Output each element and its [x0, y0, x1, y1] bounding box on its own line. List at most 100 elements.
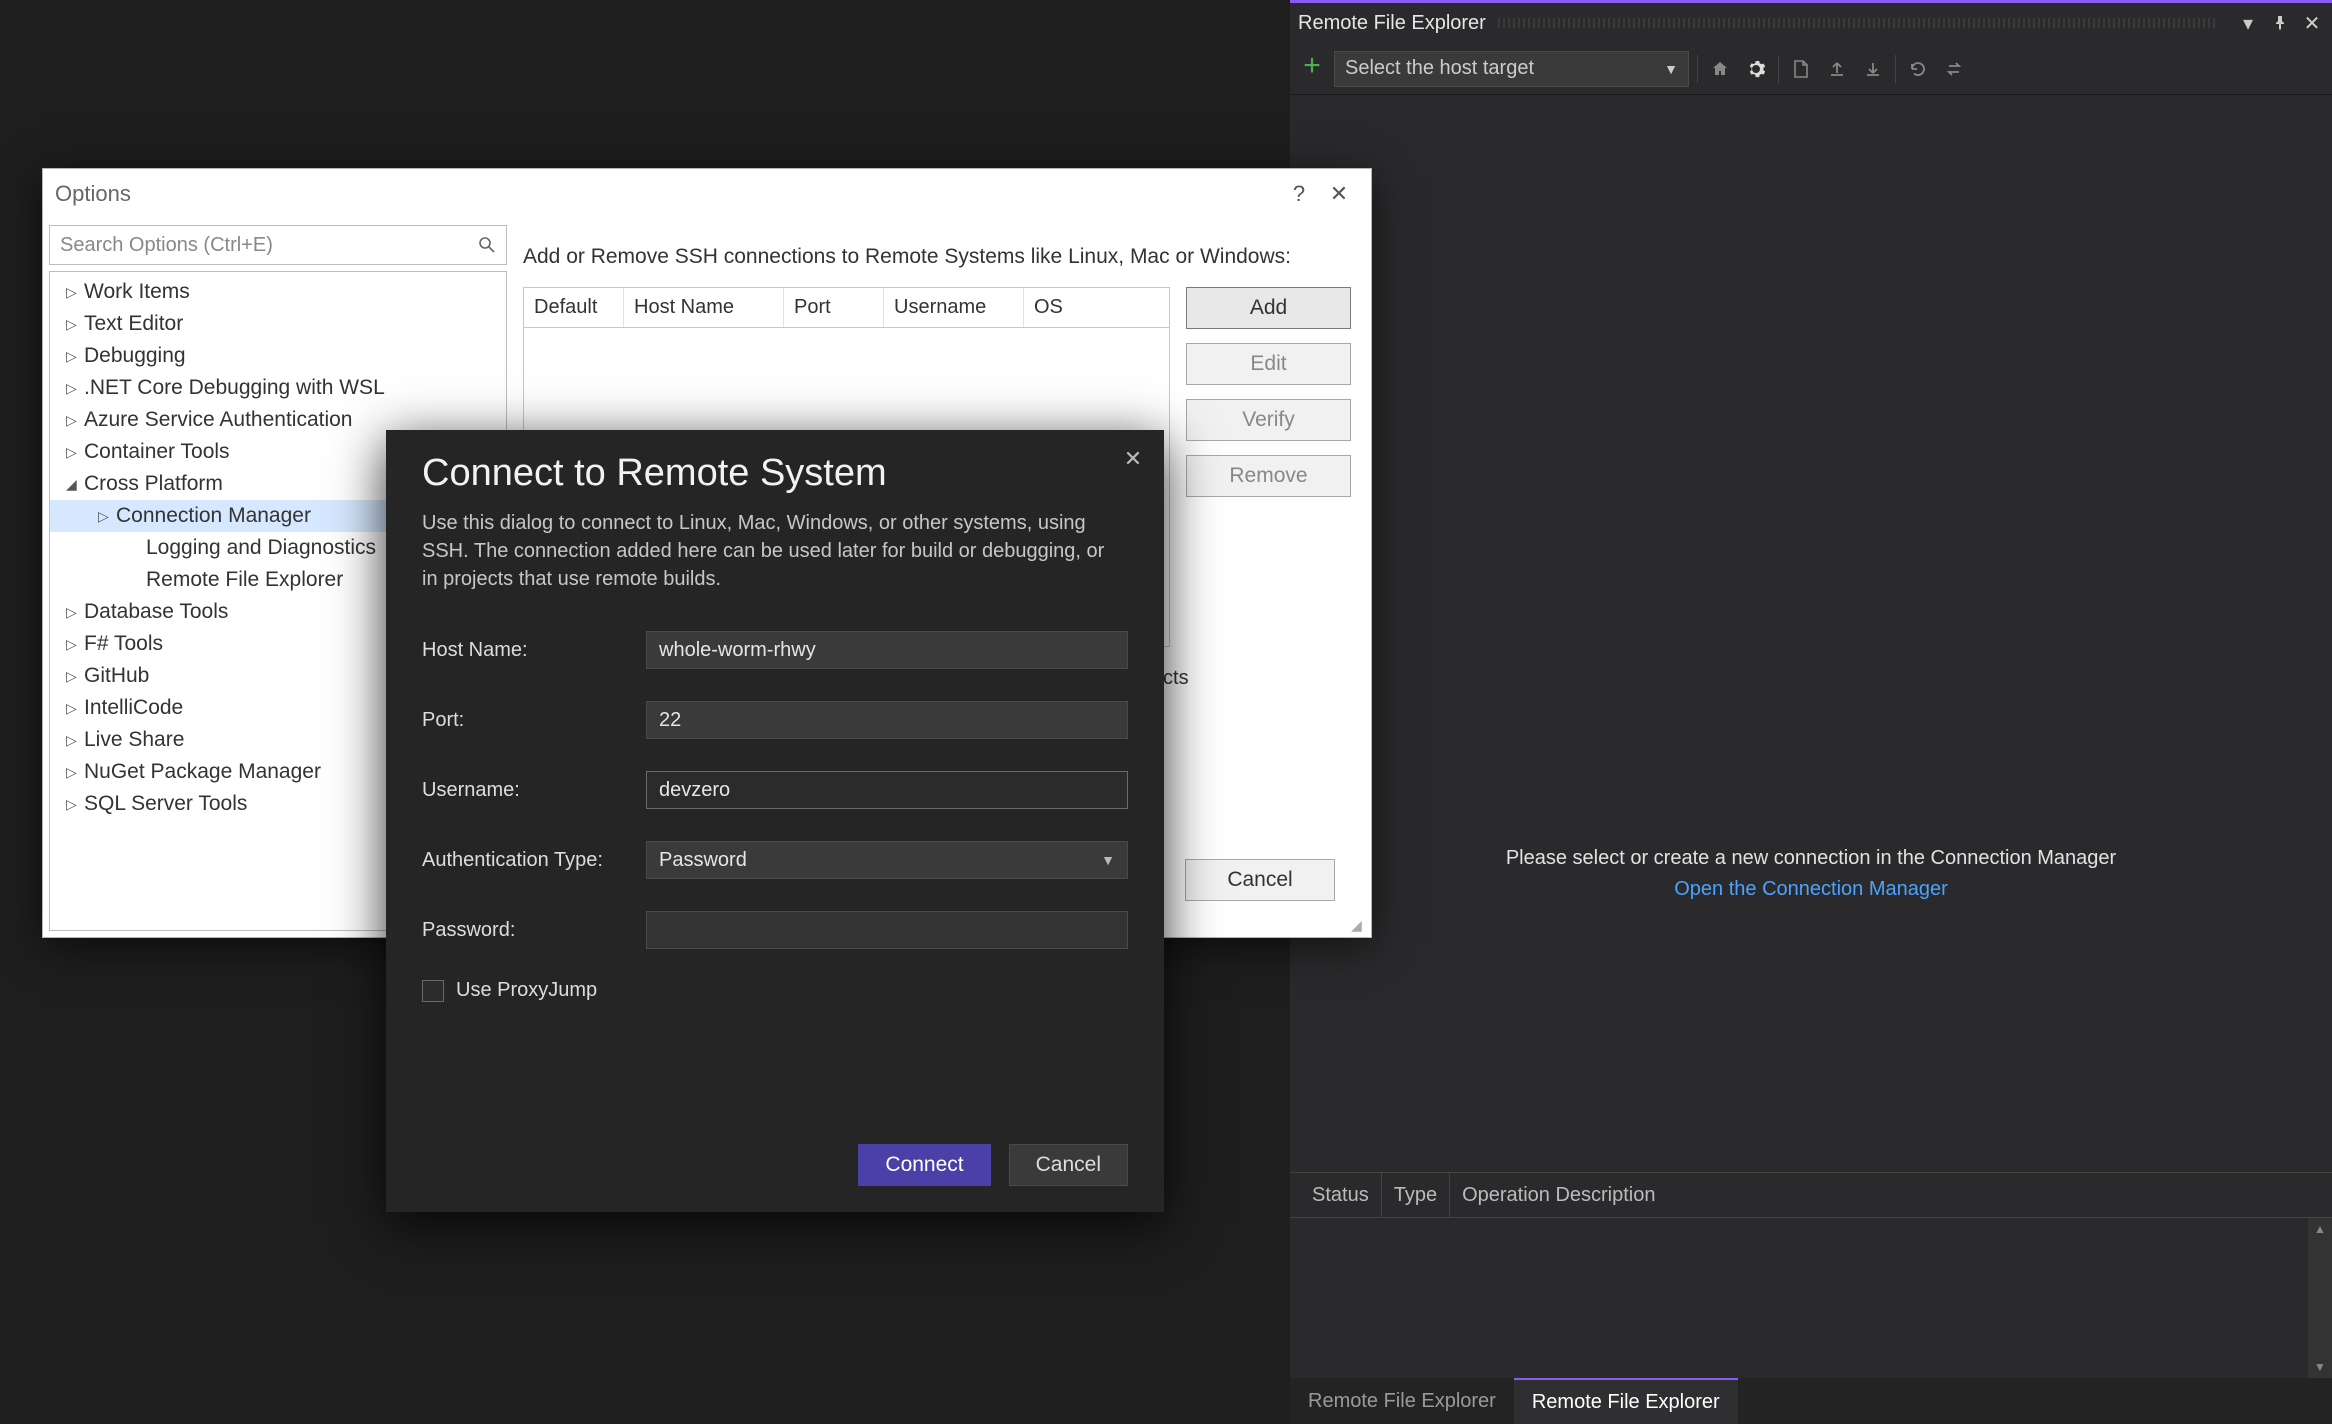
upload-icon[interactable] — [1823, 55, 1851, 83]
tree-item-label: Text Editor — [84, 312, 183, 336]
chevron-collapsed-icon: ▷ — [66, 284, 84, 301]
help-icon[interactable]: ? — [1279, 174, 1319, 214]
tree-item-label: GitHub — [84, 664, 149, 688]
chevron-collapsed-icon: ▷ — [66, 412, 84, 429]
chevron-collapsed-icon: ▷ — [66, 348, 84, 365]
tree-item-label: Connection Manager — [116, 504, 311, 528]
password-input[interactable] — [646, 911, 1128, 949]
download-icon[interactable] — [1859, 55, 1887, 83]
tree-item-work-items[interactable]: ▷Work Items — [50, 276, 506, 308]
status-col-opdesc[interactable]: Operation Description — [1450, 1173, 1667, 1217]
refresh-icon[interactable] — [1904, 55, 1932, 83]
proxyjump-checkbox[interactable] — [422, 980, 444, 1002]
label-password: Password: — [422, 919, 646, 942]
row-port: Port: 22 — [422, 697, 1128, 743]
connections-buttons: Add Edit Verify Remove — [1186, 287, 1351, 647]
options-search-input[interactable]: Search Options (Ctrl+E) — [49, 225, 507, 265]
tree-item-label: Logging and Diagnostics — [146, 536, 376, 560]
rfe-empty-message: Please select or create a new connection… — [1506, 847, 2116, 870]
tree-item-label: SQL Server Tools — [84, 792, 247, 816]
col-default[interactable]: Default — [524, 288, 624, 327]
titlebar-grip[interactable] — [1498, 18, 2216, 28]
chevron-collapsed-icon: ▷ — [66, 700, 84, 717]
toolbar-separator — [1895, 55, 1896, 83]
cancel-button[interactable]: Cancel — [1185, 859, 1335, 901]
label-hostname: Host Name: — [422, 639, 646, 662]
username-input[interactable]: devzero — [646, 771, 1128, 809]
tree-item-label: Live Share — [84, 728, 184, 752]
tree-item-label: NuGet Package Manager — [84, 760, 321, 784]
status-col-status[interactable]: Status — [1300, 1173, 1382, 1217]
remote-file-explorer-panel: Remote File Explorer ▾ ✕ + Select the ho… — [1290, 0, 2332, 1424]
tree-item-label: IntelliCode — [84, 696, 183, 720]
pin-icon[interactable] — [2268, 11, 2292, 35]
close-icon[interactable]: ✕ — [1118, 444, 1148, 474]
rfe-toolbar: + Select the host target ▼ — [1290, 43, 2332, 95]
scrollbar[interactable]: ▲ ▼ — [2308, 1218, 2332, 1378]
new-file-icon[interactable] — [1787, 55, 1815, 83]
chevron-collapsed-icon: ▷ — [66, 796, 84, 813]
tree-item-label: F# Tools — [84, 632, 163, 656]
options-search-placeholder: Search Options (Ctrl+E) — [60, 234, 273, 257]
label-username: Username: — [422, 779, 646, 802]
chevron-expanded-icon: ◢ — [66, 476, 84, 493]
tree-item-label: Cross Platform — [84, 472, 223, 496]
open-connection-manager-link[interactable]: Open the Connection Manager — [1674, 878, 1948, 901]
tree-item-label: .NET Core Debugging with WSL — [84, 376, 385, 400]
sync-icon[interactable] — [1940, 55, 1968, 83]
chevron-collapsed-icon: ▷ — [66, 636, 84, 653]
close-icon[interactable]: ✕ — [2300, 11, 2324, 35]
col-username[interactable]: Username — [884, 288, 1024, 327]
options-description: Add or Remove SSH connections to Remote … — [523, 245, 1351, 269]
options-title: Options — [55, 181, 131, 207]
resize-grip-icon[interactable]: ◢ — [1351, 917, 1367, 933]
tree-item-debugging[interactable]: ▷Debugging — [50, 340, 506, 372]
label-port: Port: — [422, 709, 646, 732]
label-proxyjump: Use ProxyJump — [456, 979, 597, 1002]
chevron-collapsed-icon: ▷ — [66, 668, 84, 685]
chevron-collapsed-icon: ▷ — [98, 508, 116, 525]
rfe-status-header: Status Type Operation Description — [1290, 1172, 2332, 1218]
add-connection-icon[interactable]: + — [1298, 55, 1326, 83]
toolbar-separator — [1697, 55, 1698, 83]
rfe-title: Remote File Explorer — [1298, 12, 1486, 35]
connect-title: Connect to Remote System — [422, 452, 1128, 495]
chevron-collapsed-icon: ▷ — [66, 604, 84, 621]
verify-button[interactable]: Verify — [1186, 399, 1351, 441]
hostname-input[interactable]: whole-worm-rhwy — [646, 631, 1128, 669]
tree-item-label: Debugging — [84, 344, 186, 368]
label-authtype: Authentication Type: — [422, 849, 646, 872]
tree-item--net-core-debugging-with-wsl[interactable]: ▷.NET Core Debugging with WSL — [50, 372, 506, 404]
connections-table-header: Default Host Name Port Username OS — [524, 288, 1169, 328]
col-os[interactable]: OS — [1024, 288, 1169, 327]
scroll-down-icon[interactable]: ▼ — [2308, 1356, 2332, 1378]
tab-remote-file-explorer-inactive[interactable]: Remote File Explorer — [1290, 1378, 1514, 1424]
remove-button[interactable]: Remove — [1186, 455, 1351, 497]
row-proxyjump: Use ProxyJump — [422, 979, 1128, 1002]
tree-item-label: Remote File Explorer — [146, 568, 343, 592]
port-input[interactable]: 22 — [646, 701, 1128, 739]
col-hostname[interactable]: Host Name — [624, 288, 784, 327]
host-target-placeholder: Select the host target — [1345, 57, 1534, 80]
cancel-button[interactable]: Cancel — [1009, 1144, 1128, 1186]
rfe-bottom-tabs: Remote File Explorer Remote File Explore… — [1290, 1378, 2332, 1424]
row-hostname: Host Name: whole-worm-rhwy — [422, 627, 1128, 673]
tree-item-text-editor[interactable]: ▷Text Editor — [50, 308, 506, 340]
window-menu-icon[interactable]: ▾ — [2236, 11, 2260, 35]
authtype-select[interactable]: Password ▼ — [646, 841, 1128, 879]
chevron-collapsed-icon: ▷ — [66, 380, 84, 397]
tab-remote-file-explorer-active[interactable]: Remote File Explorer — [1514, 1378, 1738, 1424]
close-icon[interactable]: ✕ — [1319, 174, 1359, 214]
col-port[interactable]: Port — [784, 288, 884, 327]
tree-item-label: Database Tools — [84, 600, 228, 624]
edit-button[interactable]: Edit — [1186, 343, 1351, 385]
host-target-select[interactable]: Select the host target ▼ — [1334, 51, 1689, 87]
home-icon[interactable] — [1706, 55, 1734, 83]
connect-description: Use this dialog to connect to Linux, Mac… — [422, 509, 1122, 593]
add-button[interactable]: Add — [1186, 287, 1351, 329]
status-col-type[interactable]: Type — [1382, 1173, 1450, 1217]
gear-icon[interactable] — [1742, 55, 1770, 83]
connect-button[interactable]: Connect — [858, 1144, 990, 1186]
row-username: Username: devzero — [422, 767, 1128, 813]
scroll-up-icon[interactable]: ▲ — [2308, 1218, 2332, 1240]
